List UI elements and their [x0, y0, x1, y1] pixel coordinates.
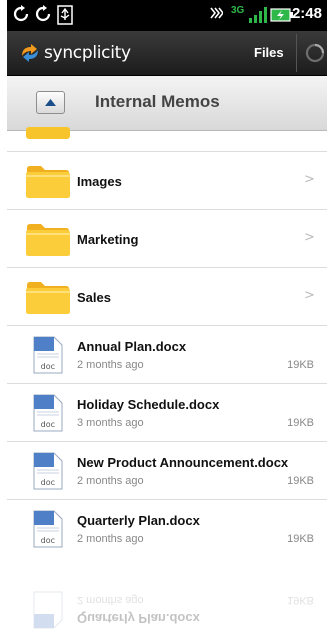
screen-reflection: Quarterly Plan.docx 2 months ago 19KB [7, 555, 327, 639]
file-modified: 2 months ago [77, 533, 144, 545]
folder-name: Images [77, 174, 122, 189]
file-name: Holiday Schedule.docx [77, 397, 220, 412]
syncplicity-logo-icon [22, 44, 38, 62]
up-button[interactable] [36, 91, 65, 114]
word-doc-icon: doc [33, 394, 63, 432]
app-logo-text: syncplicity [44, 43, 131, 63]
file-size: 19KB [287, 359, 314, 371]
file-row[interactable]: doc Quarterly Plan.docx 2 months ago 19K… [7, 500, 327, 555]
appbar-divider [296, 34, 297, 72]
app-bar: syncplicity Files [7, 31, 327, 76]
vibrate-icon [210, 7, 223, 19]
clock: 2:48 [291, 5, 322, 22]
folder-icon [26, 166, 70, 198]
chevron-right-icon: > [304, 230, 315, 245]
file-modified: 2 months ago [77, 359, 144, 371]
file-size: 19KB [287, 475, 314, 487]
file-row[interactable]: doc New Product Announcement.docx 2 mont… [7, 442, 327, 500]
folder-name: Sales [77, 290, 111, 305]
reflected-file-modified: 2 months ago [77, 594, 144, 606]
folder-icon [26, 127, 70, 139]
doc-label: doc [41, 362, 55, 371]
status-bar: 3G 2:48 [7, 0, 327, 31]
doc-label: doc [41, 536, 55, 545]
file-size: 19KB [287, 533, 314, 545]
file-name: Annual Plan.docx [77, 339, 187, 354]
signal-icon [249, 7, 267, 23]
word-doc-icon: doc [33, 510, 63, 548]
file-row[interactable]: doc Annual Plan.docx 2 months ago 19KB [7, 326, 327, 384]
file-modified: 3 months ago [77, 417, 144, 429]
usb-icon [57, 5, 73, 25]
file-name: Quarterly Plan.docx [77, 513, 200, 528]
phone-screen: 3G 2:48 syncplicity Files Internal Memos… [7, 0, 327, 555]
folder-row[interactable]: Sales > [7, 268, 327, 326]
reflected-file-size: 19KB [287, 594, 314, 606]
folder-row[interactable]: Marketing > [7, 210, 327, 268]
reflected-file-name: Quarterly Plan.docx [77, 611, 200, 626]
reflected-file-row: Quarterly Plan.docx 2 months ago 19KB [7, 579, 327, 639]
folder-icon [26, 224, 70, 256]
folder-name: Marketing [77, 232, 139, 247]
file-row[interactable]: doc Holiday Schedule.docx 3 months ago 1… [7, 384, 327, 442]
doc-label: doc [41, 478, 55, 487]
word-doc-icon: doc [33, 452, 63, 490]
doc-label: doc [41, 420, 55, 429]
up-arrow-icon [45, 99, 56, 106]
sync-icon [13, 5, 29, 22]
battery-charging-icon [270, 8, 293, 22]
chevron-right-icon: > [304, 172, 315, 187]
folder-row[interactable]: Images > [7, 152, 327, 210]
files-button[interactable]: Files [254, 45, 284, 60]
folder-icon [26, 282, 70, 314]
folder-title: Internal Memos [95, 92, 220, 111]
file-name: New Product Announcement.docx [77, 455, 289, 470]
refresh-icon [35, 5, 51, 22]
sync-spinner-icon[interactable] [304, 42, 326, 64]
network-type-label: 3G [231, 5, 245, 16]
file-size: 19KB [287, 417, 314, 429]
chevron-right-icon: > [304, 288, 315, 303]
word-doc-icon [33, 591, 63, 629]
folder-header: Internal Memos [7, 76, 327, 131]
app-logo: syncplicity [19, 42, 131, 64]
word-doc-icon: doc [33, 336, 63, 374]
file-modified: 2 months ago [77, 475, 144, 487]
list-item[interactable] [7, 127, 327, 152]
